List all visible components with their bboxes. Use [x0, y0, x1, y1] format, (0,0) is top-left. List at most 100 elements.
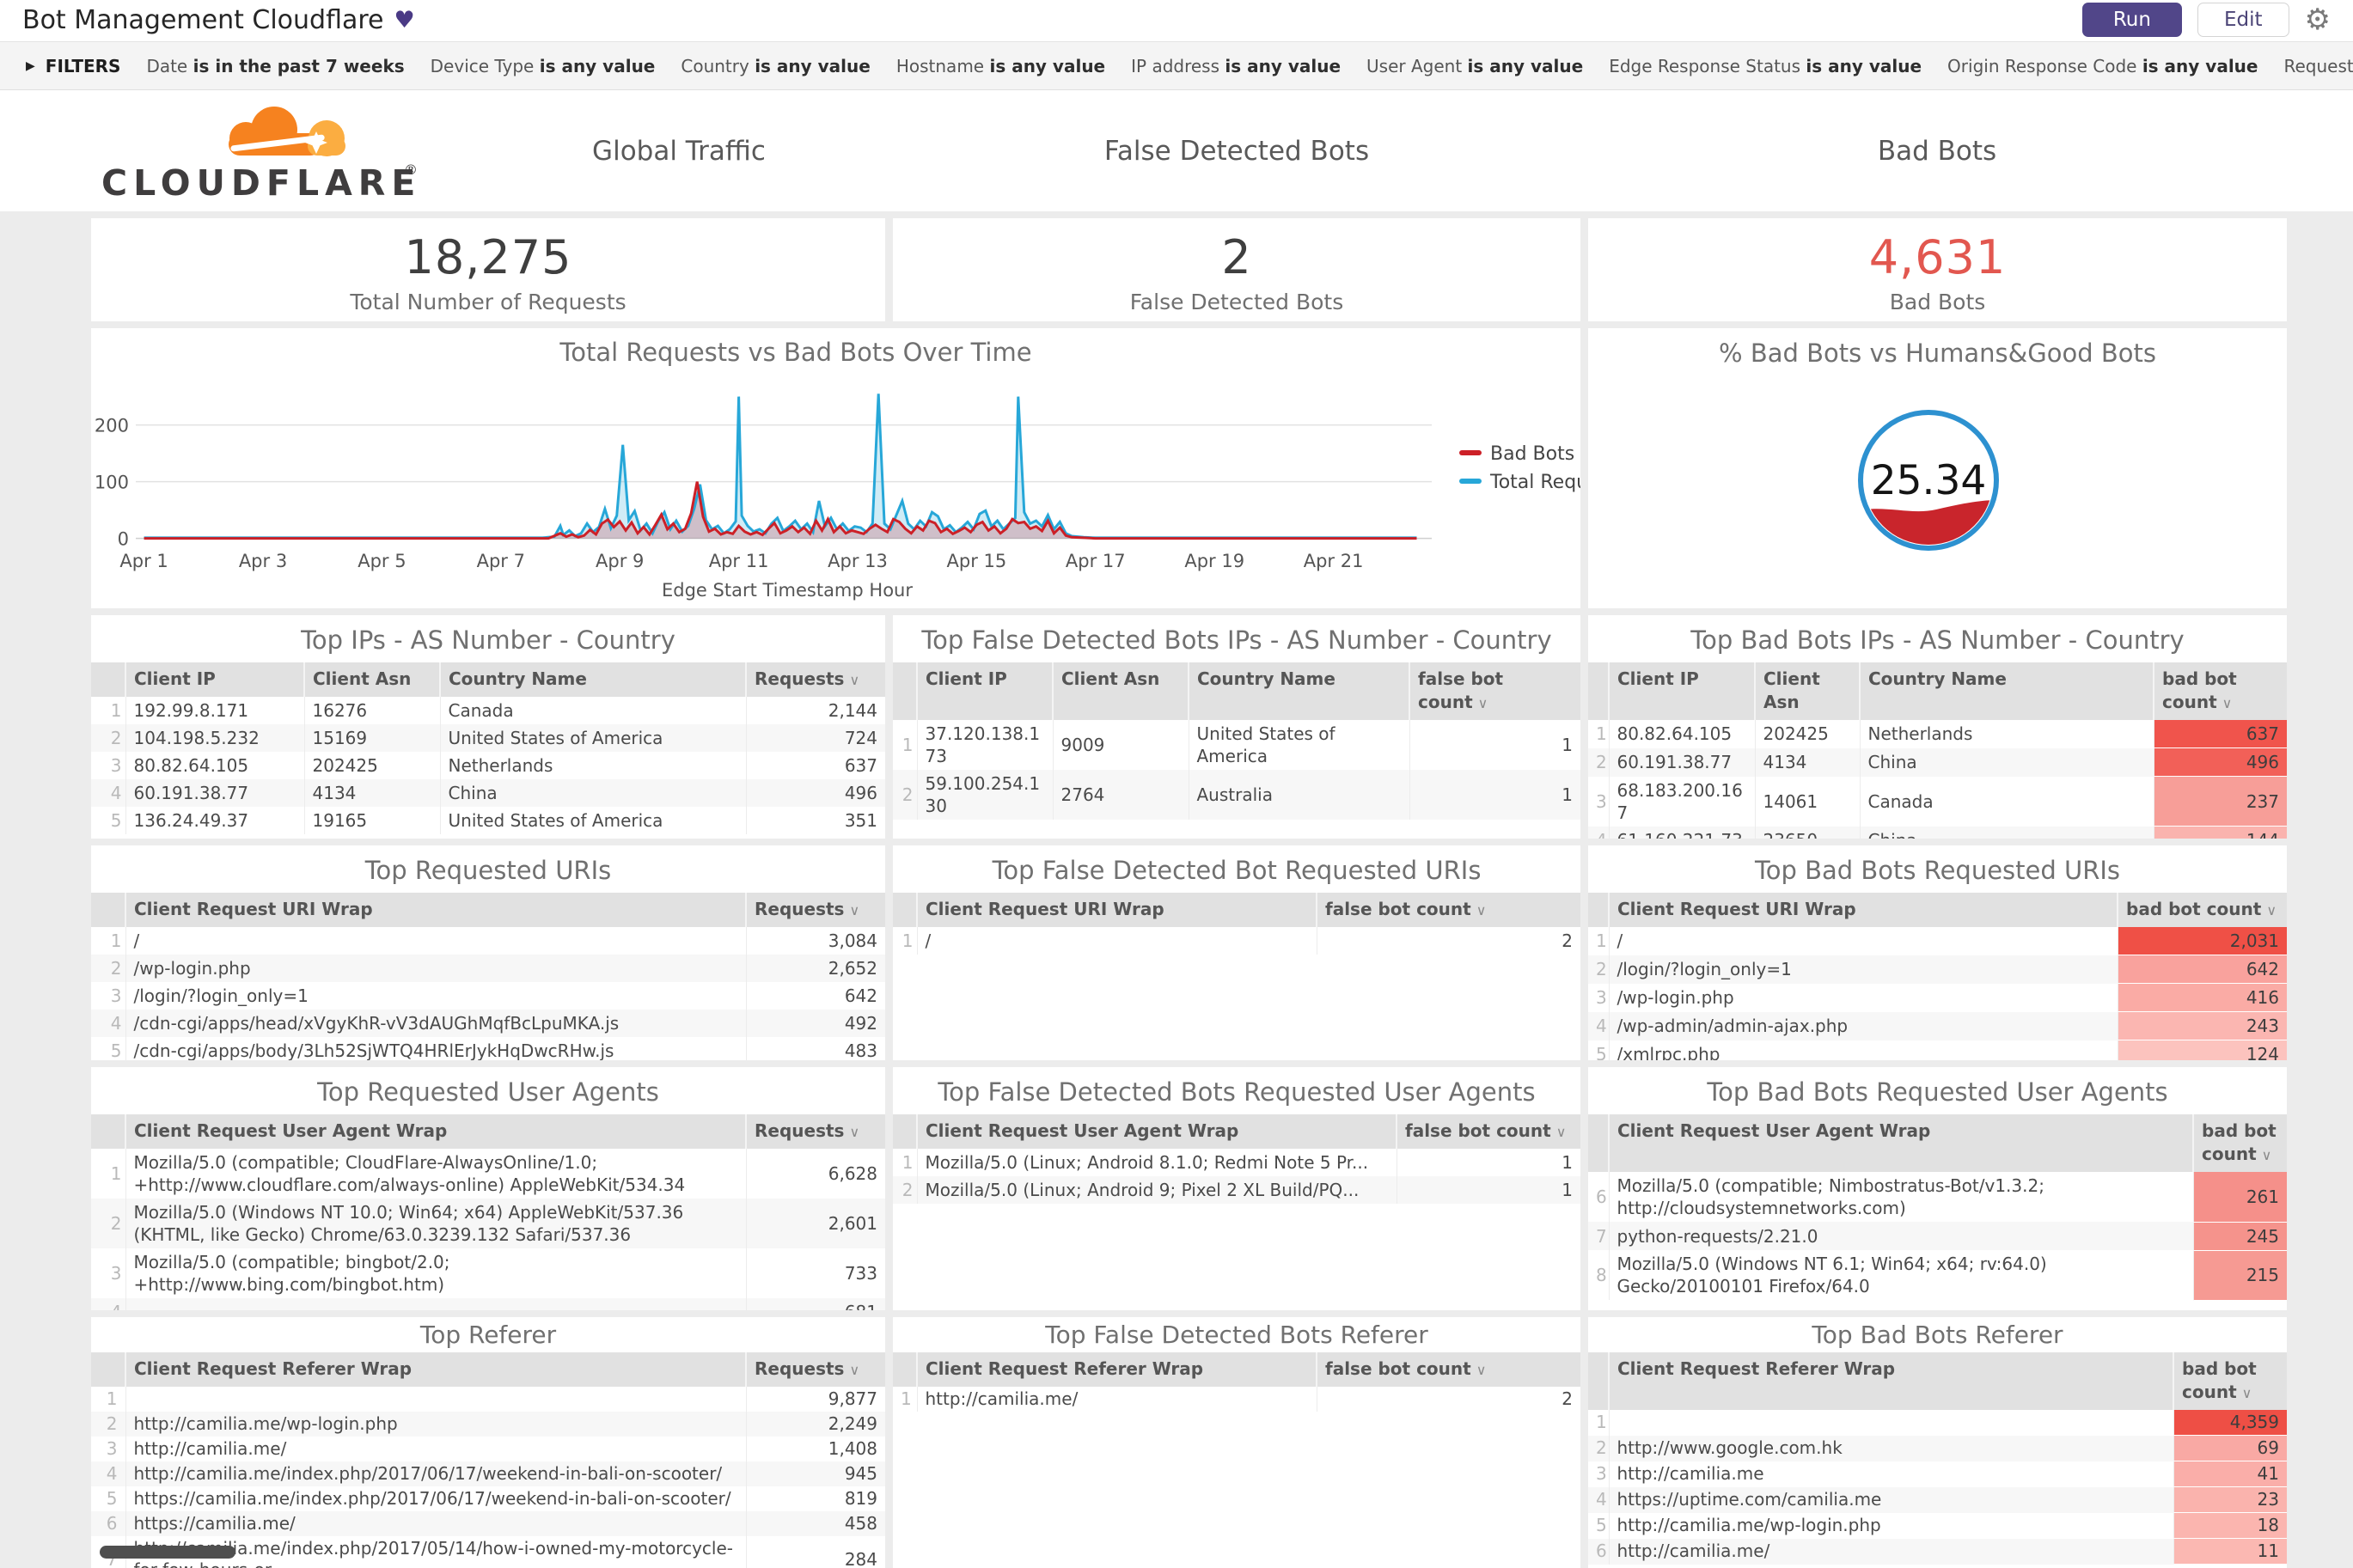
- column-header[interactable]: Client Request User Agent Wrap: [916, 1114, 1397, 1149]
- table-row: 1 80.82.64.105 202425 Netherlands 637: [1588, 720, 2287, 748]
- gauge-value: 25.34: [1871, 457, 1987, 504]
- table-row: 6 Mozilla/5.0 (compatible; Nimbostratus-B…: [1588, 1172, 2287, 1223]
- table-cell: 80.82.64.105: [125, 752, 304, 779]
- kpi-total-requests: 18,275 Total Number of Requests: [91, 218, 885, 321]
- column-header[interactable]: Client Request Referer Wrap: [1608, 1352, 2173, 1410]
- column-header[interactable]: false bot count ∨: [1396, 1114, 1580, 1149]
- column-header[interactable]: bad bot count ∨: [2192, 1114, 2287, 1172]
- column-header[interactable]: false bot count ∨: [1316, 893, 1580, 927]
- panel-top-uris: Top Requested URIs Client Request URI Wra…: [91, 845, 885, 1060]
- column-header[interactable]: Country Name: [1188, 662, 1409, 720]
- row-number: 2: [893, 1176, 917, 1204]
- column-header[interactable]: Client Request Referer Wrap: [916, 1352, 1317, 1387]
- table-cell: 496: [2153, 747, 2287, 777]
- table-cell: Netherlands: [1859, 720, 2154, 748]
- legend-label: Bad Bots: [1490, 443, 1574, 465]
- data-table: Client IP Client Asn Country Name false bot…: [893, 662, 1580, 820]
- filter-item[interactable]: Edge Response Status is any value: [1609, 56, 1922, 76]
- column-header[interactable]: Client Request User Agent Wrap: [1608, 1114, 2193, 1172]
- column-header[interactable]: Requests ∨: [745, 893, 885, 927]
- table-row: 4/cdn-cgi/apps/head/xVgyKhR-vV3dAUGhMqfB…: [91, 1010, 885, 1037]
- run-button[interactable]: Run: [2081, 3, 2182, 37]
- row-number: 5: [1596, 1044, 1607, 1060]
- column-header[interactable]: Country Name: [439, 662, 746, 697]
- filter-item[interactable]: Hostname is any value: [896, 56, 1105, 76]
- series-area: [144, 394, 1417, 539]
- column-header[interactable]: Requests ∨: [745, 1114, 885, 1149]
- table-cell: 60.191.38.77: [125, 779, 304, 807]
- table-row: 4 https://uptime.com/camilia.me 23: [1588, 1486, 2287, 1513]
- table-row: 1 9,877: [91, 1387, 885, 1412]
- table-cell: http://camilia.me/: [1608, 1538, 2173, 1565]
- row-number: 1: [110, 930, 122, 951]
- table-cell: 23: [2173, 1486, 2287, 1513]
- table-cell: Canada: [439, 697, 746, 724]
- column-header[interactable]: Client Request Referer Wrap: [125, 1352, 746, 1387]
- column-header[interactable]: false bot count ∨: [1409, 662, 1580, 720]
- table-cell: /: [125, 927, 746, 955]
- column-header[interactable]: Client Asn: [1754, 662, 1860, 720]
- table-cell: 18: [2173, 1512, 2287, 1539]
- legend-swatch: [1459, 479, 1482, 484]
- row-number: 1: [901, 930, 914, 951]
- dashboard-grid: 18,275 Total Number of Requests 2 False …: [0, 211, 2353, 1568]
- row-number: 1: [110, 1163, 122, 1184]
- filter-item[interactable]: Device Type is any value: [431, 56, 656, 76]
- row-number: 5: [106, 1488, 118, 1509]
- table-cell: 60.191.38.77: [1608, 747, 1755, 777]
- table-cell: /: [1608, 927, 2118, 955]
- table-row: 1 37.120.138.173 9009 United States of Amer…: [893, 720, 1580, 770]
- filter-item[interactable]: Country is any value: [681, 56, 870, 76]
- table-cell: 68.183.200.167: [1608, 776, 1755, 827]
- row-number: 5: [110, 1040, 122, 1060]
- filter-item[interactable]: User Agent is any value: [1366, 56, 1583, 76]
- row-number: 4: [91, 1010, 125, 1037]
- panel-top-bad-bot-referer: Top Bad Bots Referer Client Request Refer…: [1588, 1317, 2287, 1568]
- row-number: 7: [1588, 1222, 1609, 1250]
- panel-requests-vs-badbots-chart: Total Requests vs Bad Bots Over Time 0 100…: [91, 328, 1580, 608]
- column-header[interactable]: Client Request URI Wrap: [916, 893, 1317, 927]
- column-header[interactable]: false bot count ∨: [1316, 1352, 1580, 1387]
- column-header[interactable]: Client Asn: [1052, 662, 1189, 720]
- table-cell: 492: [745, 1010, 885, 1037]
- cloud-icon: [229, 107, 345, 156]
- column-header[interactable]: Client IP: [125, 662, 304, 697]
- row-number-header: [893, 893, 917, 927]
- table-cell: https://camilia.me/: [125, 1511, 746, 1536]
- filter-item[interactable]: IP address is any value: [1131, 56, 1341, 76]
- kpi-bad-bots: 4,631 Bad Bots: [1588, 218, 2287, 321]
- filter-item[interactable]: Origin Response Code is any value: [1947, 56, 2258, 76]
- filter-item[interactable]: Request URI is any value: [2283, 56, 2353, 76]
- column-header[interactable]: Client IP: [1608, 662, 1755, 720]
- column-header[interactable]: Client IP: [916, 662, 1053, 720]
- table-row: 6 http://camilia.me/11: [1588, 1538, 2287, 1565]
- horizontal-scrollbar-thumb[interactable]: [100, 1546, 235, 1559]
- column-header[interactable]: Client Asn: [303, 662, 440, 697]
- panel-title: Top Bad Bots Requested URIs: [1754, 856, 2121, 885]
- table-cell: https://camilia.me/index.php/2017/06/17/…: [125, 1486, 746, 1511]
- column-header[interactable]: Client Request User Agent Wrap: [125, 1114, 746, 1149]
- sort-caret-icon: ∨: [1476, 902, 1487, 918]
- column-header[interactable]: Requests ∨: [745, 662, 885, 697]
- column-header[interactable]: bad bot count ∨: [2117, 893, 2287, 927]
- column-header[interactable]: bad bot count ∨: [2153, 662, 2287, 720]
- table-cell: Netherlands: [439, 752, 746, 779]
- table-cell: United States of America: [1188, 720, 1409, 770]
- row-number: 8: [1596, 1265, 1607, 1285]
- column-header[interactable]: Country Name: [1859, 662, 2154, 720]
- column-header[interactable]: bad bot count ∨: [2173, 1352, 2287, 1410]
- kpi-row: 18,275 Total Number of Requests 2 False …: [91, 218, 2287, 321]
- filter-item[interactable]: Date is in the past 7 weeks: [146, 56, 404, 76]
- row-number: 3: [106, 1438, 118, 1459]
- column-header[interactable]: Client Request URI Wrap: [125, 893, 746, 927]
- table-row: 2 59.100.254.130 2764 Australia 1: [893, 770, 1580, 820]
- row-number: 5: [110, 810, 122, 831]
- gear-icon[interactable]: ⚙: [2305, 5, 2331, 34]
- table-row: 1 Mozilla/5.0 (compatible; CloudFlare-Alw…: [91, 1149, 885, 1199]
- edit-button[interactable]: Edit: [2197, 3, 2289, 37]
- data-table: Client Request User Agent Wrap Requests ∨ 1…: [91, 1114, 885, 1310]
- column-header[interactable]: Client Request URI Wrap: [1608, 893, 2118, 927]
- column-header[interactable]: Requests ∨: [745, 1352, 885, 1387]
- filters-toggle[interactable]: ▶ FILTERS: [26, 56, 120, 76]
- row-number: 6: [1596, 1187, 1607, 1207]
